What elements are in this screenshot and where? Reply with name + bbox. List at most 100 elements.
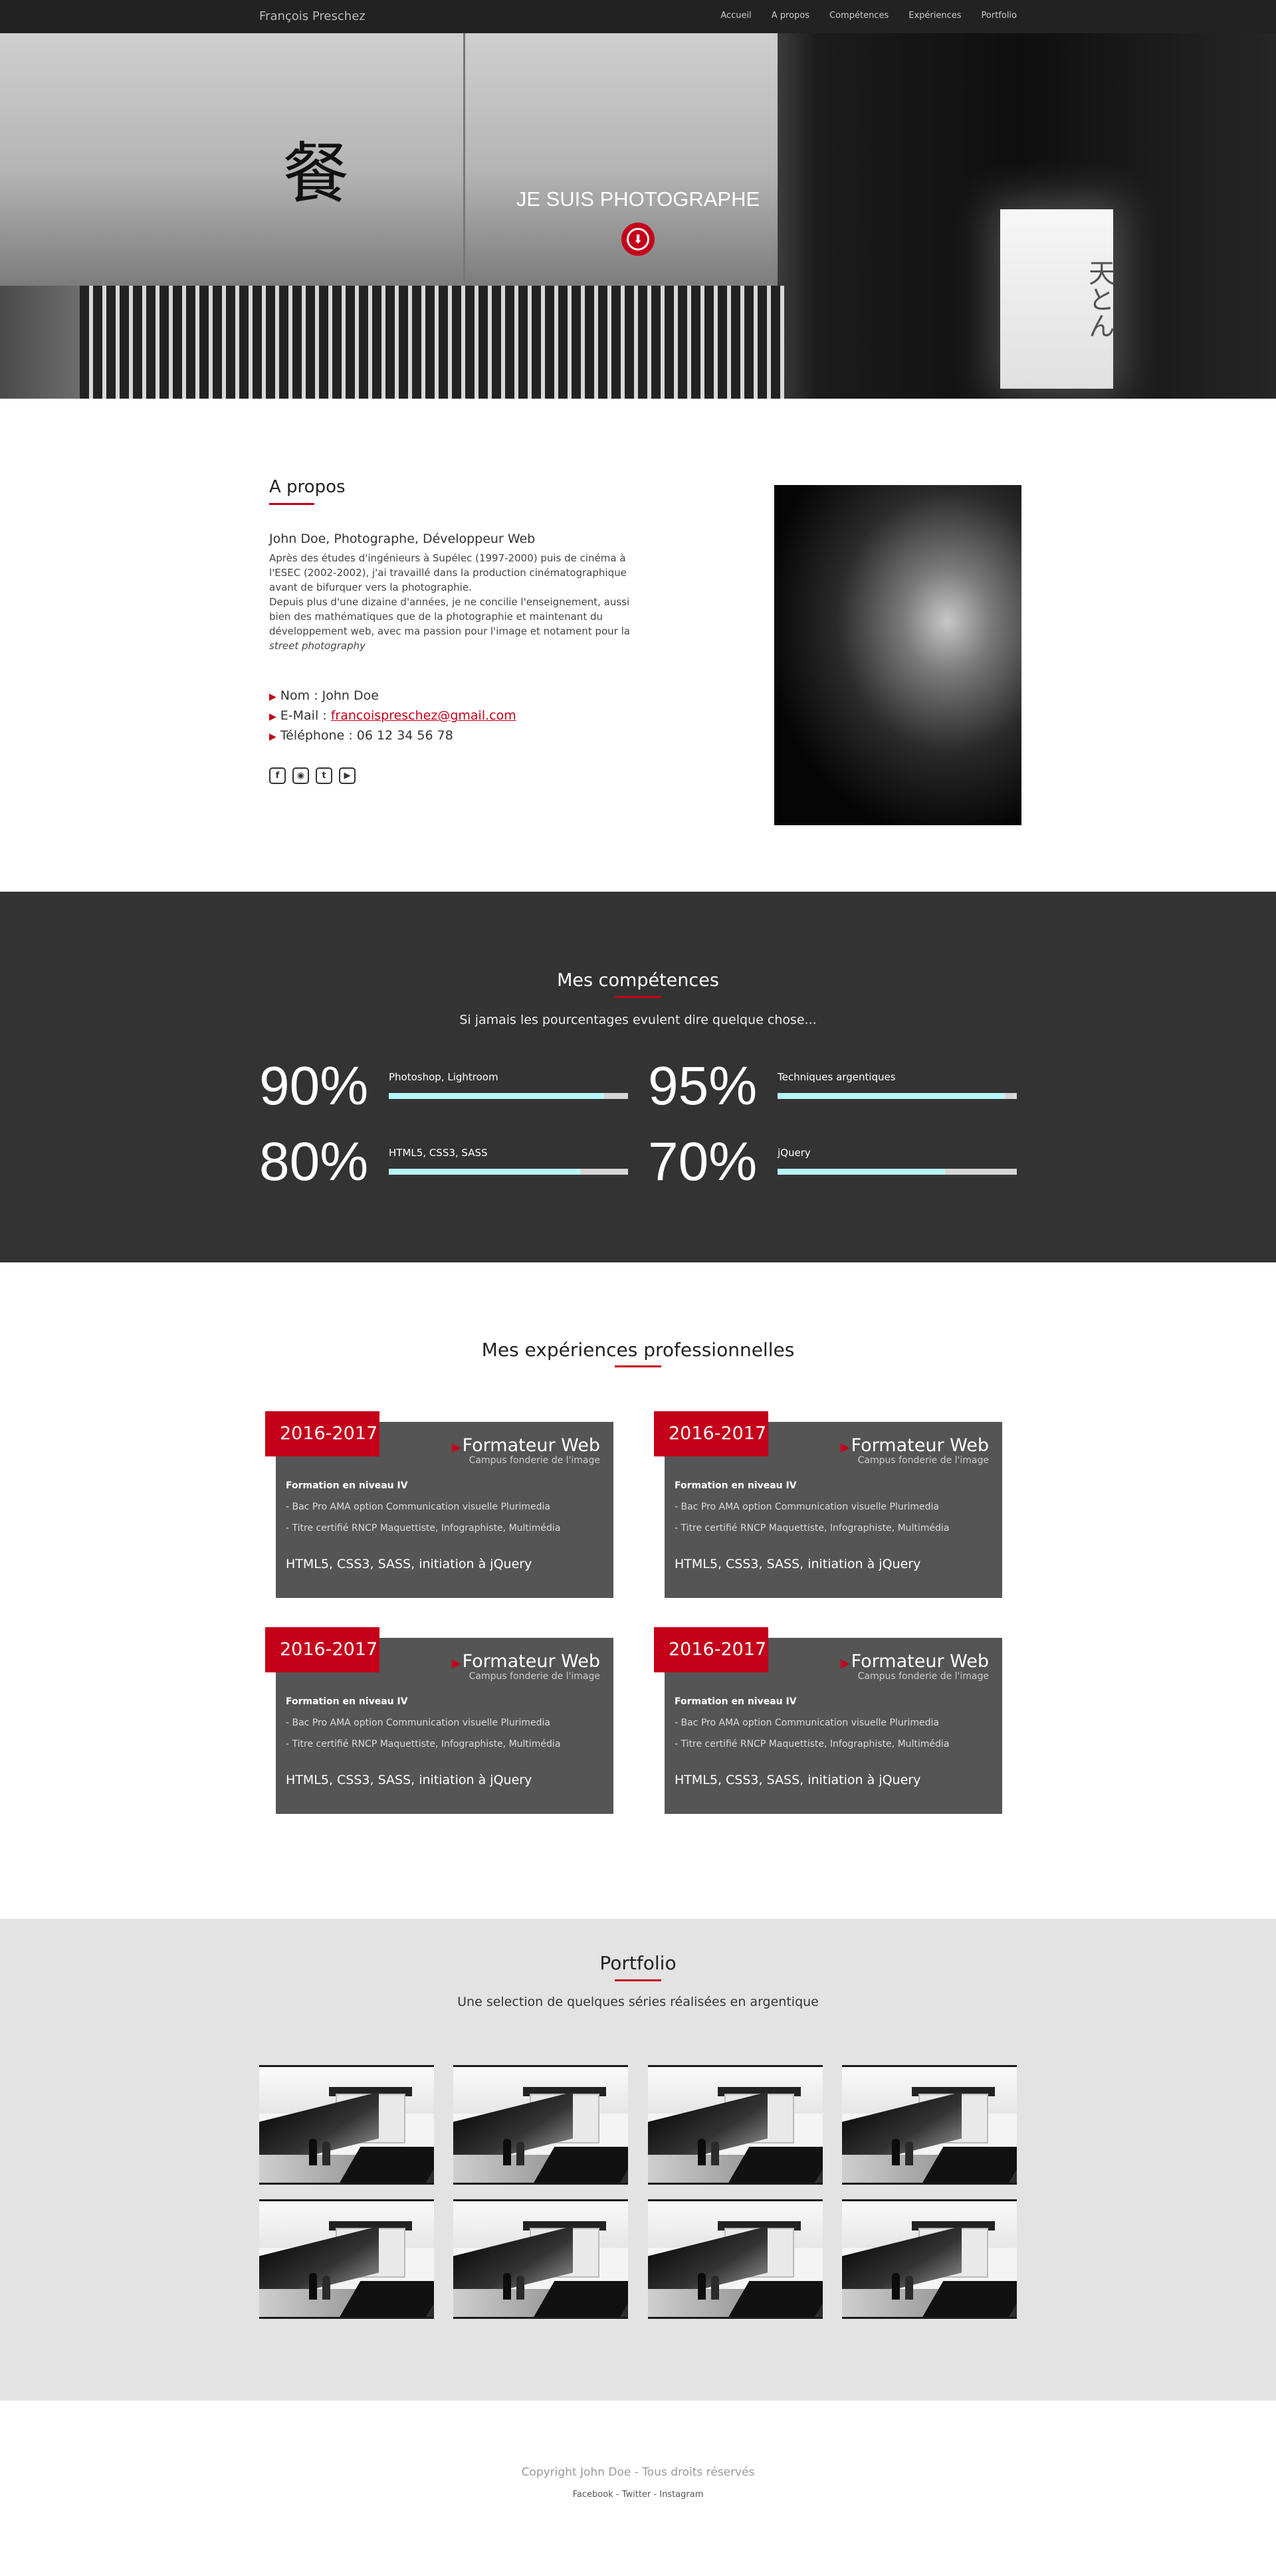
nav-link-competences[interactable]: Compétences [829,11,889,21]
skill-bar-track [778,1093,1017,1099]
portfolio-thumbnail[interactable] [453,2199,628,2319]
skill-bar-fill [389,1169,580,1175]
skill-percentage: 90% [259,1056,369,1116]
experience-title: ▶Formateur Web [451,1435,600,1456]
nav-link-experiences[interactable]: Expériences [908,11,961,21]
caret-right-icon: ▶ [269,692,276,702]
experience-detail: - Titre certifié RNCP Maquettiste, Infog… [675,1523,950,1534]
skill-percentage: 70% [648,1132,758,1192]
experience-organization: Campus fonderie de l'image [469,1671,600,1682]
contact-email: ▶ E-Mail : francoispreschez@gmail.com [269,708,516,723]
experience-level: Formation en niveau IV [286,1480,408,1491]
experience-detail: - Bac Pro AMA option Communication visue… [286,1502,550,1512]
experience-level: Formation en niveau IV [286,1696,408,1707]
skill-bar-fill [778,1169,945,1175]
about-bio-paragraph-1: Après des études d'ingénieurs à Supélec … [269,552,627,593]
youtube-icon[interactable]: ▶ [339,767,356,784]
about-title: A propos [269,477,346,497]
skill-bar-fill [778,1093,1005,1099]
experience-card: 2016-2017 ▶Formateur Web Campus fonderie… [654,1411,1002,1598]
experience-detail: - Bac Pro AMA option Communication visue… [675,1718,939,1728]
email-link[interactable]: francoispreschez@gmail.com [331,708,516,723]
skill-item: 70% jQuery [648,1132,1027,1192]
contact-name: ▶ Nom : John Doe [269,688,379,703]
portrait-photo [774,485,1021,825]
experience-date-badge: 2016-2017 [654,1411,768,1456]
experience-card: 2016-2017 ▶Formateur Web Campus fonderie… [265,1411,613,1598]
skill-bar-track [389,1093,628,1099]
experience-technologies: HTML5, CSS3, SASS, initiation à jQuery [286,1557,532,1571]
skill-label: Techniques argentiques [778,1071,896,1083]
skill-label: Photoshop, Lightroom [389,1071,498,1083]
portfolio-subtitle: Une selection de quelques séries réalisé… [457,1995,819,2009]
experience-date-badge: 2016-2017 [265,1411,379,1456]
experience-card: 2016-2017 ▶Formateur Web Campus fonderie… [654,1627,1002,1814]
experiences-section: Mes expériences professionnelles 2016-20… [0,1262,1276,1920]
skill-bar-track [389,1169,628,1175]
skill-bar-fill [389,1093,604,1099]
experience-technologies: HTML5, CSS3, SASS, initiation à jQuery [286,1773,532,1787]
skills-subtitle: Si jamais les pourcentages evulent dire … [459,1013,817,1027]
portfolio-thumbnail[interactable] [842,2065,1017,2185]
navbar: François Preschez Accueil A propos Compé… [0,0,1276,33]
brand-logo[interactable]: François Preschez [259,9,366,23]
footer-link-facebook[interactable]: Facebook [573,2490,613,2500]
experience-date-badge: 2016-2017 [654,1627,768,1672]
caret-right-icon: ▶ [269,712,276,722]
footer-link-instagram[interactable]: Instagram [659,2490,703,2500]
hero-curtain-right [465,33,778,286]
caret-right-icon: ▶ [840,1656,850,1670]
skills-title: Mes compétences [557,970,719,991]
hero-section: 餐 天とん JE SUIS PHOTOGRAPHE ⬇ [0,33,1276,399]
hero-slats [80,286,784,399]
experience-organization: Campus fonderie de l'image [857,1455,989,1466]
hero-lamp-glyph: 天とん [1084,259,1115,339]
experience-title: ▶Formateur Web [840,1651,989,1672]
experiences-title-underline [615,1365,661,1367]
skill-label: jQuery [778,1147,811,1159]
skill-item: 95% Techniques argentiques [648,1056,1027,1116]
experience-detail: - Titre certifié RNCP Maquettiste, Infog… [286,1523,561,1534]
experience-level: Formation en niveau IV [675,1696,797,1707]
portfolio-thumbnail[interactable] [648,2065,823,2185]
about-contact-info: ▶ Nom : John Doe ▶ E-Mail : francoispresch… [269,686,516,746]
instagram-icon[interactable]: ◉ [292,767,309,784]
experience-organization: Campus fonderie de l'image [857,1671,989,1682]
skill-label: HTML5, CSS3, SASS [389,1147,488,1159]
contact-phone: ▶ Téléphone : 06 12 34 56 78 [269,728,453,743]
skill-item: 80% HTML5, CSS3, SASS [259,1132,638,1192]
skills-section: Mes compétences Si jamais les pourcentag… [0,892,1276,1262]
caret-right-icon: ▶ [840,1440,850,1454]
experience-detail: - Titre certifié RNCP Maquettiste, Infog… [286,1739,561,1749]
experience-title: ▶Formateur Web [451,1651,600,1672]
facebook-icon[interactable]: f [269,767,286,784]
footer: Copyright John Doe - Tous droits réservé… [0,2401,1276,2576]
portfolio-thumbnail[interactable] [648,2199,823,2319]
nav-link-apropos[interactable]: A propos [772,11,809,21]
experience-detail: - Bac Pro AMA option Communication visue… [286,1718,550,1728]
caret-right-icon: ▶ [269,732,276,742]
experience-detail: - Titre certifié RNCP Maquettiste, Infog… [675,1739,950,1749]
scroll-down-button[interactable]: ⬇ [621,223,655,256]
portfolio-title-underline [615,1979,661,1981]
footer-link-twitter[interactable]: Twitter [622,2490,651,2500]
about-bio-emphasis: street photography [269,640,366,652]
hero-title: JE SUIS PHOTOGRAPHE [516,187,760,211]
portfolio-title: Portfolio [599,1952,677,1974]
twitter-icon[interactable]: t [316,767,332,784]
arrow-circle-down-icon: ⬇ [627,228,649,250]
portfolio-thumbnail[interactable] [842,2199,1017,2319]
experience-detail: - Bac Pro AMA option Communication visue… [675,1502,939,1512]
nav-links: Accueil A propos Compétences Expériences… [720,11,1017,21]
about-subtitle: John Doe, Photographe, Développeur Web [269,532,536,546]
experiences-title: Mes expériences professionnelles [481,1339,795,1361]
caret-right-icon: ▶ [451,1440,461,1454]
skill-percentage: 80% [259,1132,369,1192]
nav-link-portfolio[interactable]: Portfolio [982,11,1017,21]
experience-technologies: HTML5, CSS3, SASS, initiation à jQuery [675,1557,921,1571]
about-bio-paragraph-2: Depuis plus d'une dizaine d'années, je n… [269,596,630,652]
portfolio-thumbnail[interactable] [259,2065,434,2185]
portfolio-thumbnail[interactable] [259,2199,434,2319]
nav-link-accueil[interactable]: Accueil [720,11,751,21]
portfolio-thumbnail[interactable] [453,2065,628,2185]
